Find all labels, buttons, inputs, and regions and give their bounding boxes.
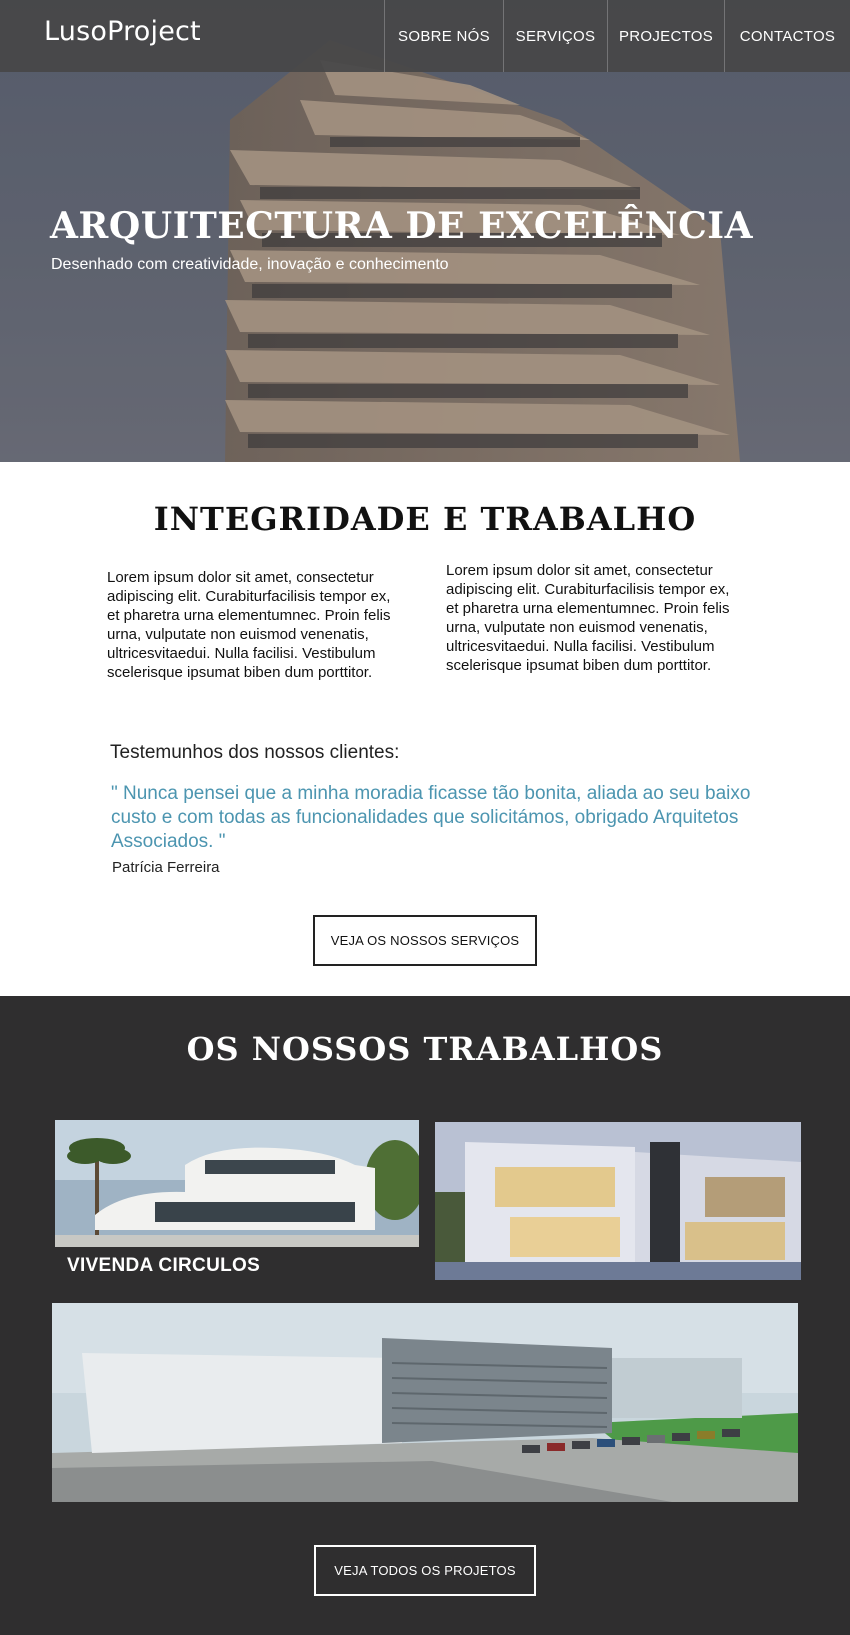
project-image-industrial-building [52,1303,798,1502]
project-image-modern-house [435,1122,801,1280]
view-services-button[interactable]: VEJA OS NOSSOS SERVIÇOS [313,915,537,966]
project-caption: VIVENDA CIRCULOS [67,1255,261,1276]
nav-item-servicos[interactable]: SERVIÇOS [503,0,607,72]
nav-item-sobre-nos[interactable]: SOBRE NÓS [384,0,503,72]
project-card-modern-house[interactable] [435,1122,801,1280]
project-image-villa [55,1120,419,1247]
navbar: LusoProject SOBRE NÓS SERVIÇOS PROJECTOS… [0,0,850,72]
hero-title: ARQUITECTURA DE EXCELÊNCIA [50,205,753,247]
works-title: OS NOSSOS TRABALHOS [186,1030,664,1068]
hero-subtitle: Desenhado com creatividade, inovação e c… [51,256,449,273]
testimonial-quote: " Nunca pensei que a minha moradia ficas… [111,783,751,852]
project-card-industrial-building[interactable] [52,1303,798,1502]
intro-text-left: Lorem ipsum dolor sit amet, consectetur … [107,569,391,681]
brand-logo[interactable]: LusoProject [44,16,201,47]
project-card-vivenda-circulos[interactable] [55,1120,419,1247]
testimonial-author: Patrícia Ferreira [112,859,220,876]
nav-item-projectos[interactable]: PROJECTOS [607,0,724,72]
testimonials-heading: Testemunhos dos nossos clientes: [110,742,400,763]
main-nav: SOBRE NÓS SERVIÇOS PROJECTOS CONTACTOS [384,0,850,72]
intro-title: INTEGRIDADE E TRABALHO [153,500,697,538]
view-all-projects-button[interactable]: VEJA TODOS OS PROJETOS [314,1545,536,1596]
nav-item-contactos[interactable]: CONTACTOS [724,0,850,72]
intro-text-right: Lorem ipsum dolor sit amet, consectetur … [446,562,730,674]
hero-banner: LusoProject SOBRE NÓS SERVIÇOS PROJECTOS… [0,0,850,462]
page: LusoProject SOBRE NÓS SERVIÇOS PROJECTOS… [0,0,850,1635]
